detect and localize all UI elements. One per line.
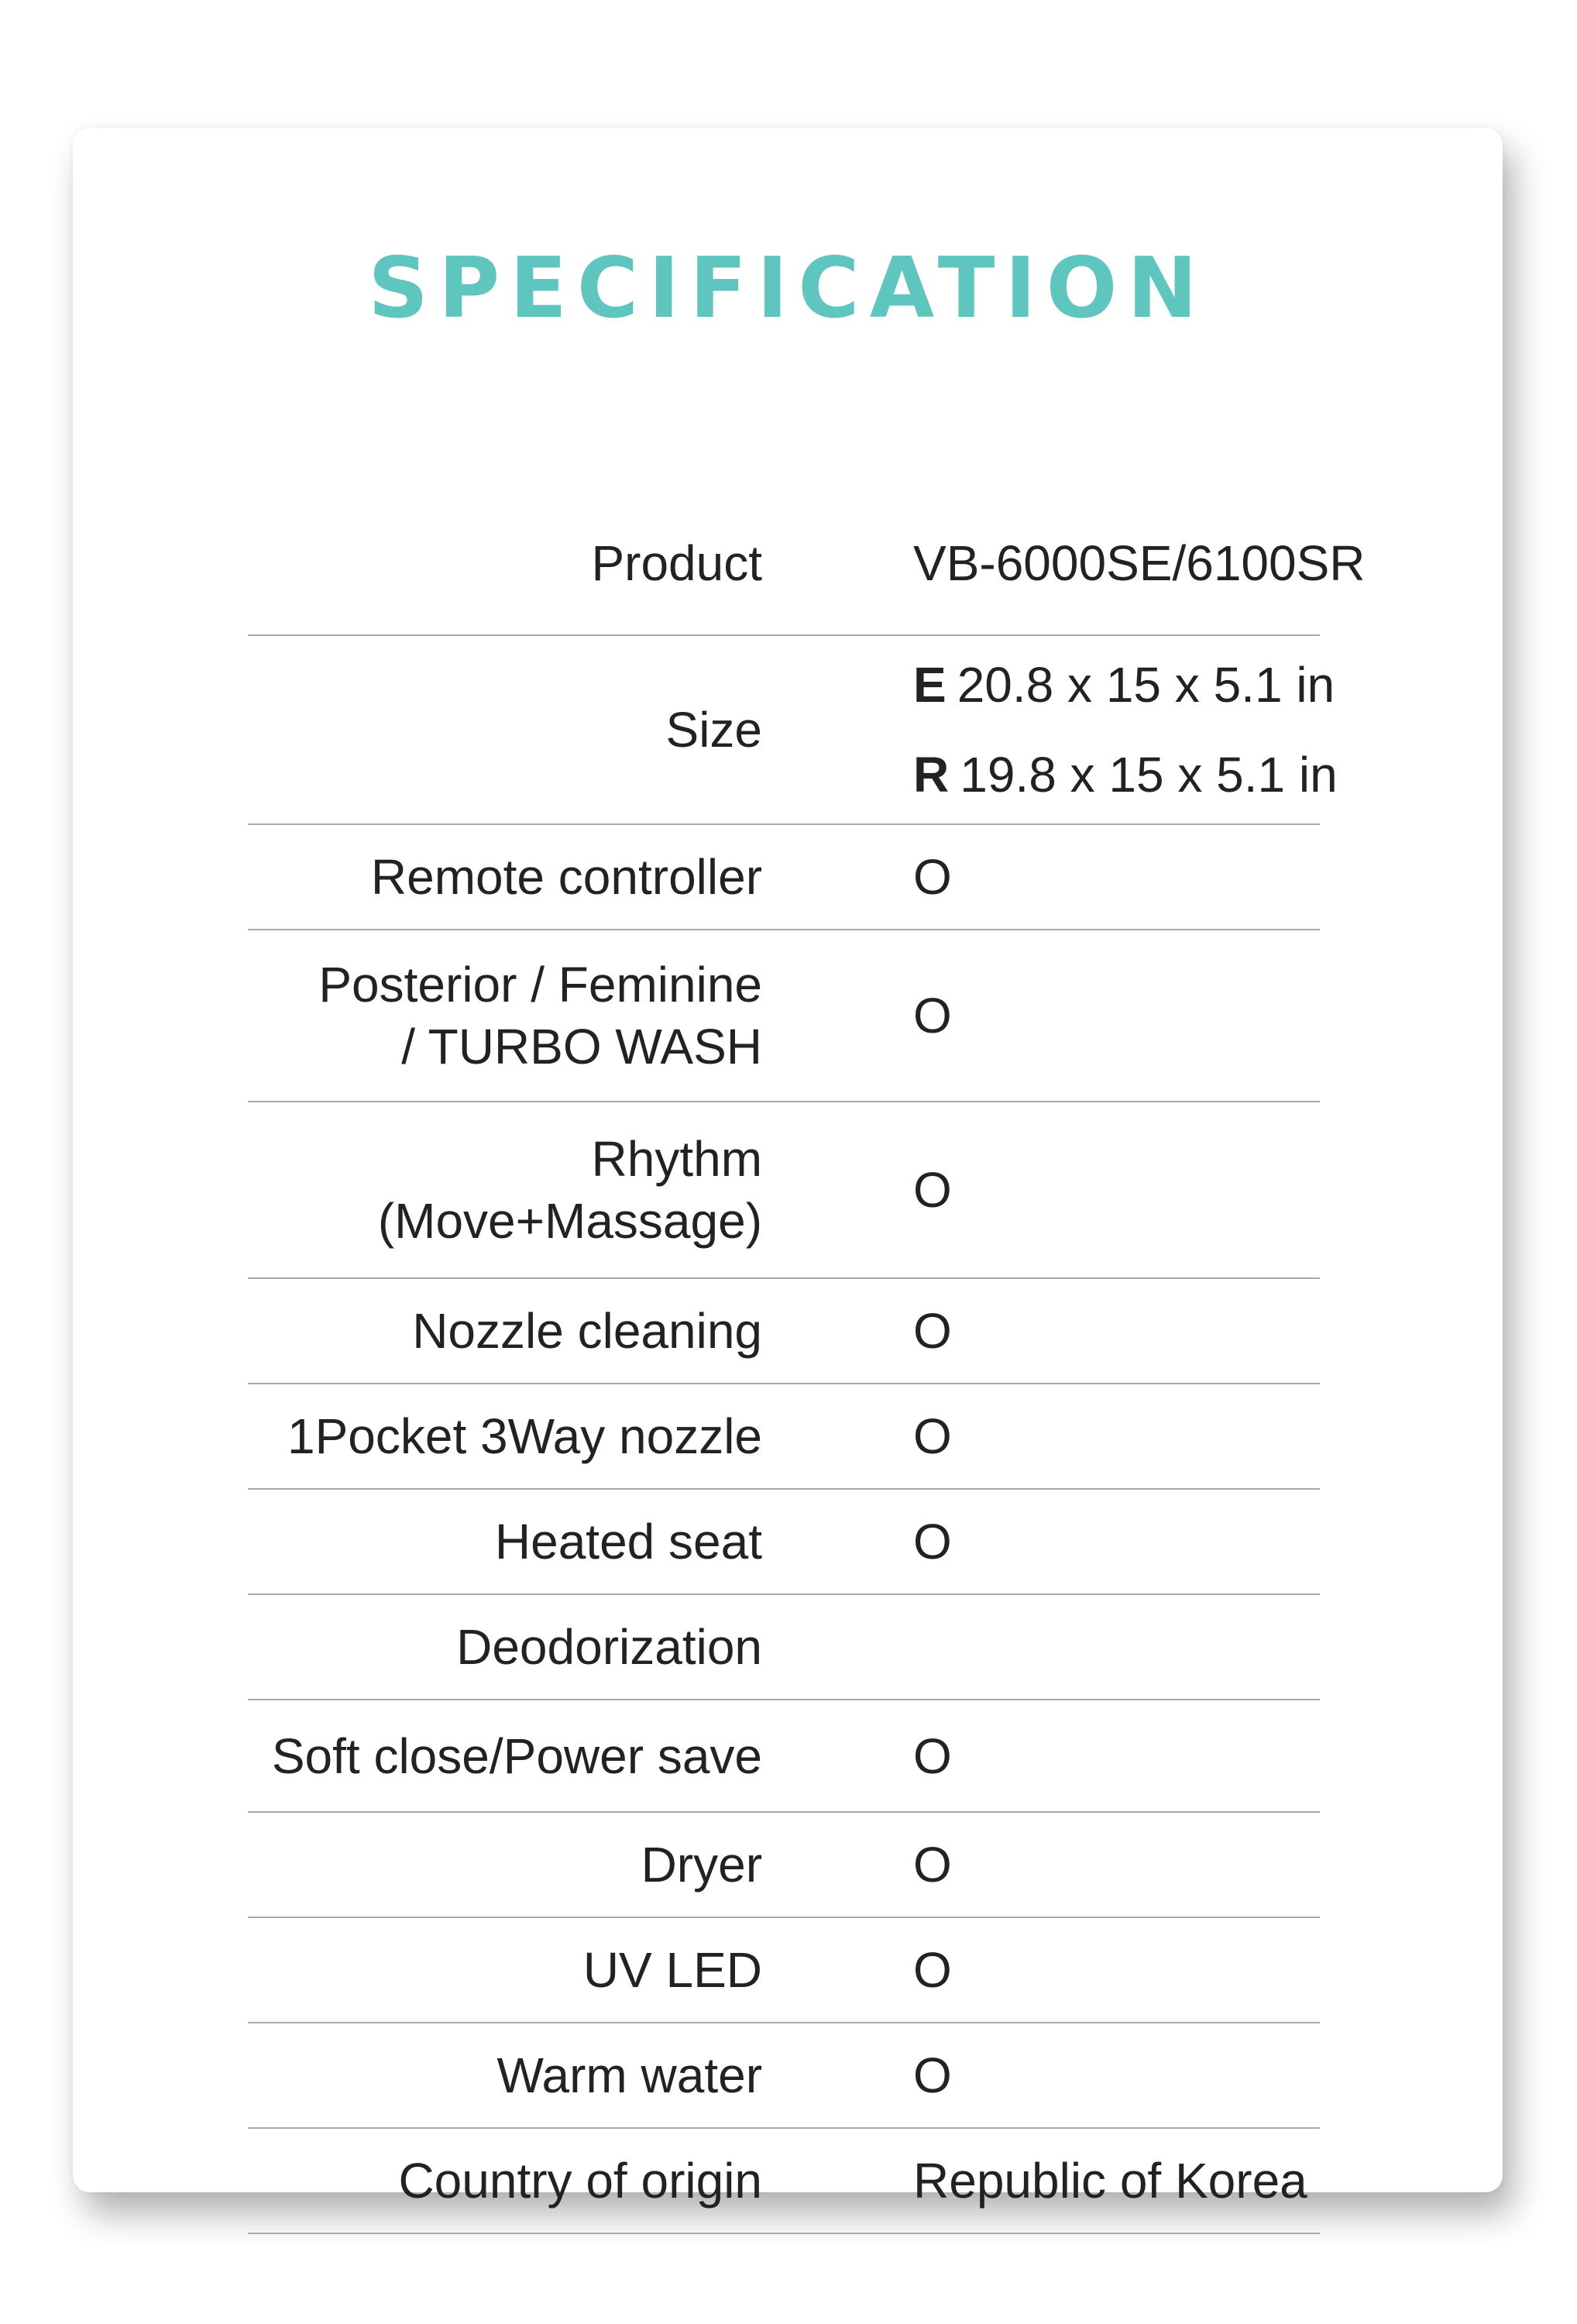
spec-card: SPECIFICATION Product VB-6000SE/6100SR S…	[73, 128, 1503, 2234]
row-value: O	[913, 1728, 952, 1784]
table-row-remote-controller: Remote controller O	[248, 825, 1320, 930]
row-label: Warm water	[496, 2047, 762, 2103]
row-value: O	[913, 1514, 952, 1569]
row-label: Heated seat	[494, 1514, 762, 1569]
size-line-r: R 19.8 x 15 x 5.1 in	[913, 744, 1338, 806]
row-label: UV LED	[582, 1942, 762, 1998]
table-row-soft-close: Soft close/Power save O	[248, 1700, 1320, 1813]
size-text: 20.8 x 15 x 5.1 in	[957, 657, 1335, 713]
table-row-heated-seat: Heated seat O	[248, 1490, 1320, 1595]
row-label: Size	[665, 702, 763, 758]
row-label: Soft close/Power save	[271, 1728, 762, 1784]
row-value: O	[913, 1837, 952, 1893]
size-line-e: E 20.8 x 15 x 5.1 in	[913, 654, 1338, 716]
row-label: Country of origin	[398, 2153, 762, 2209]
table-row-country-of-origin: Country of origin Republic of Korea	[248, 2129, 1320, 2234]
table-row-deodorization: Deodorization	[248, 1595, 1320, 1700]
row-label-line: Posterior / Feminine	[318, 957, 762, 1012]
row-label-line: / TURBO WASH	[401, 1019, 762, 1074]
table-row-rhythm: Rhythm (Move+Massage) O	[248, 1102, 1320, 1279]
row-value: Republic of Korea	[913, 2153, 1307, 2209]
table-row-size: Size E 20.8 x 15 x 5.1 in R 19.8 x 15 x 5.…	[248, 636, 1338, 825]
row-label: Posterior / Feminine / TURBO WASH	[248, 954, 762, 1078]
row-label: Dryer	[641, 1837, 762, 1893]
row-label: Deodorization	[456, 1619, 762, 1675]
size-text: 19.8 x 15 x 5.1 in	[960, 747, 1338, 803]
size-prefix: E	[913, 657, 947, 713]
row-value: O	[913, 988, 952, 1043]
row-value: O	[913, 849, 952, 905]
row-label-line: (Move+Massage)	[377, 1193, 762, 1249]
table-row-dryer: Dryer O	[248, 1813, 1320, 1918]
row-value: O	[913, 1942, 952, 1998]
spec-table: Product VB-6000SE/6100SR Size E 20.8 x 15…	[248, 492, 1366, 2234]
row-value: O	[913, 1303, 952, 1359]
table-row-warm-water: Warm water O	[248, 2023, 1320, 2129]
row-label: Nozzle cleaning	[412, 1303, 762, 1359]
table-row-uv-led: UV LED O	[248, 1918, 1320, 2023]
row-label: Product	[591, 535, 762, 591]
table-row-wash-modes: Posterior / Feminine / TURBO WASH O	[248, 930, 1320, 1102]
row-value: VB-6000SE/6100SR	[913, 535, 1366, 591]
row-value: O	[913, 2047, 952, 2103]
row-label: Remote controller	[370, 849, 762, 905]
table-row-nozzle-cleaning: Nozzle cleaning O	[248, 1279, 1320, 1384]
row-value: E 20.8 x 15 x 5.1 in R 19.8 x 15 x 5.1 in	[913, 654, 1338, 806]
row-label-line: Rhythm	[591, 1131, 763, 1187]
size-prefix: R	[913, 747, 950, 803]
row-label: 1Pocket 3Way nozzle	[287, 1408, 762, 1464]
row-label: Rhythm (Move+Massage)	[248, 1128, 762, 1252]
row-value: O	[913, 1162, 952, 1218]
table-row-nozzle: 1Pocket 3Way nozzle O	[248, 1384, 1320, 1490]
table-row-product: Product VB-6000SE/6100SR	[248, 492, 1366, 636]
page-title: SPECIFICATION	[368, 240, 1208, 337]
row-value: O	[913, 1408, 952, 1464]
